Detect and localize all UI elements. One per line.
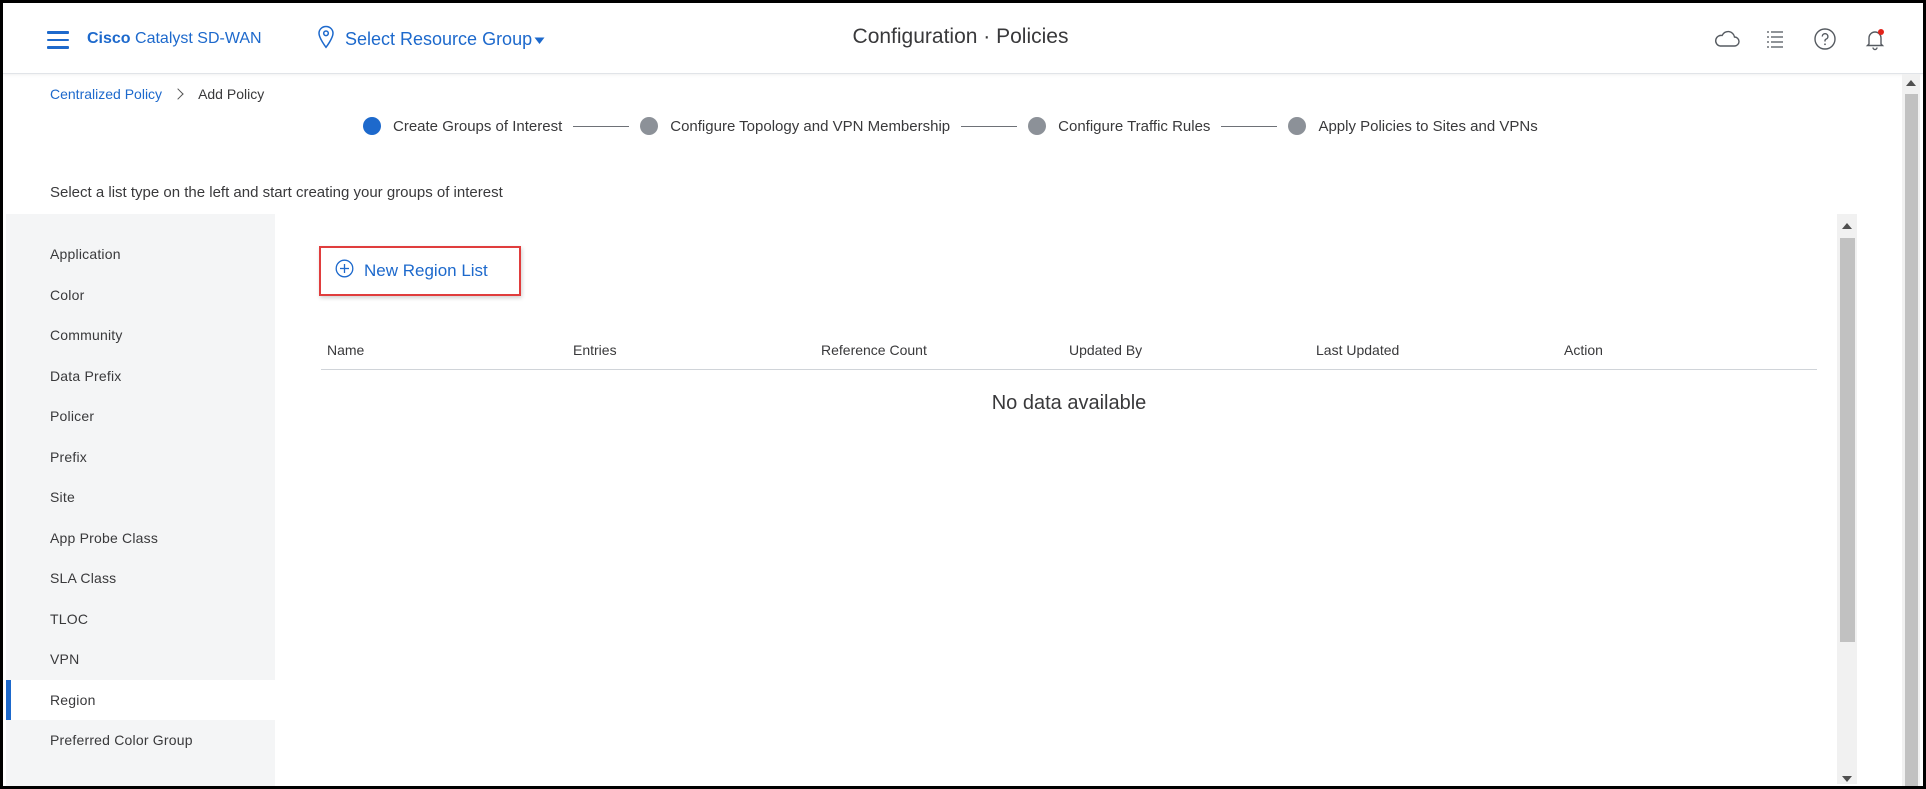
sidebar-item-data-prefix[interactable]: Data Prefix [6, 356, 275, 396]
sidebar-item-application[interactable]: Application [6, 234, 275, 274]
step-configure-topology[interactable]: Configure Topology and VPN Membership [640, 117, 950, 135]
step-dot-icon [640, 117, 659, 135]
sidebar-item-region[interactable]: Region [6, 680, 275, 720]
page-title: Configuration · Policies [852, 25, 1069, 48]
scroll-up-arrow-icon[interactable] [1842, 223, 1852, 229]
column-header-reference-count[interactable]: Reference Count [821, 342, 927, 358]
step-label: Create Groups of Interest [393, 117, 563, 135]
column-header-name[interactable]: Name [327, 342, 364, 358]
notification-bell-icon[interactable] [1863, 27, 1887, 51]
sidebar-item-color[interactable]: Color [6, 275, 275, 315]
table-header: Name Entries Reference Count Updated By … [321, 342, 1817, 370]
scroll-down-arrow-icon[interactable] [1842, 776, 1852, 782]
step-label: Configure Traffic Rules [1058, 117, 1211, 135]
column-header-action: Action [1564, 342, 1603, 358]
plus-circle-icon [335, 259, 354, 283]
step-active-dot-icon [363, 117, 381, 135]
task-list-icon[interactable] [1763, 27, 1787, 51]
app-window: Cisco Catalyst SD-WAN Select Resource Gr… [0, 0, 1926, 789]
step-label: Configure Topology and VPN Membership [670, 117, 951, 135]
step-configure-traffic-rules[interactable]: Configure Traffic Rules [1028, 117, 1210, 135]
panel-scrollbar[interactable] [1837, 214, 1857, 784]
chevron-right-icon [172, 88, 184, 100]
instructions-text: Select a list type on the left and start… [50, 184, 503, 201]
breadcrumb: Centralized Policy Add Policy [50, 86, 264, 102]
help-icon[interactable] [1813, 27, 1837, 51]
scrollbar-thumb[interactable] [1840, 238, 1855, 642]
breadcrumb-centralized-policy[interactable]: Centralized Policy [50, 86, 162, 102]
sidebar-item-community[interactable]: Community [6, 315, 275, 355]
step-label: Apply Policies to Sites and VPNs [1318, 117, 1538, 135]
new-region-list-button[interactable]: New Region List [319, 246, 521, 296]
region-list-panel: New Region List Name Entries Reference C… [275, 214, 1860, 786]
column-header-entries[interactable]: Entries [573, 342, 617, 358]
breadcrumb-current: Add Policy [198, 86, 265, 102]
empty-state-text: No data available [991, 392, 1147, 414]
new-region-list-label: New Region List [364, 261, 488, 280]
step-connector [1221, 125, 1278, 127]
page-scrollbar[interactable] [1902, 74, 1920, 786]
sidebar-item-sla-class[interactable]: SLA Class [6, 558, 275, 598]
step-apply-policies[interactable]: Apply Policies to Sites and VPNs [1288, 117, 1538, 135]
sidebar-item-preferred-color-group[interactable]: Preferred Color Group [6, 720, 275, 760]
step-dot-icon [1288, 117, 1307, 135]
column-header-last-updated[interactable]: Last Updated [1316, 342, 1399, 358]
sidebar-item-vpn[interactable]: VPN [6, 639, 275, 679]
sidebar-item-site[interactable]: Site [6, 477, 275, 517]
sidebar-item-tloc[interactable]: TLOC [6, 599, 275, 639]
sidebar-item-policer[interactable]: Policer [6, 396, 275, 436]
scroll-up-arrow-icon[interactable] [1906, 80, 1916, 86]
step-connector [573, 125, 630, 127]
step-connector [961, 125, 1018, 127]
step-create-groups[interactable]: Create Groups of Interest [363, 117, 562, 135]
cloud-icon[interactable] [1713, 27, 1740, 51]
top-header: Cisco Catalyst SD-WAN Select Resource Gr… [3, 3, 1923, 74]
sidebar-item-app-probe-class[interactable]: App Probe Class [6, 518, 275, 558]
column-header-updated-by[interactable]: Updated By [1069, 342, 1142, 358]
policy-wizard-stepper: Create Groups of Interest Configure Topo… [363, 117, 1538, 135]
scrollbar-thumb[interactable] [1905, 94, 1918, 786]
list-type-sidebar: Application Color Community Data Prefix … [6, 214, 275, 786]
step-dot-icon [1028, 117, 1047, 135]
header-actions [1713, 27, 1887, 51]
sidebar-item-prefix[interactable]: Prefix [6, 437, 275, 477]
